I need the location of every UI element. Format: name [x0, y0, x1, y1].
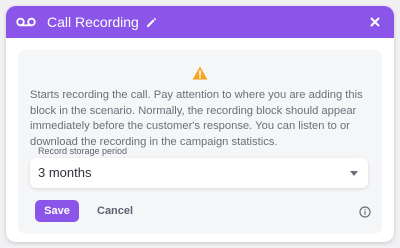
block-settings-body: Starts recording the call. Pay attention… [18, 50, 382, 234]
call-recording-block-panel: Call Recording Starts recording the call… [6, 6, 394, 242]
storage-period-label: Record storage period [38, 146, 128, 156]
pencil-icon[interactable] [146, 16, 158, 28]
close-icon[interactable] [366, 13, 384, 31]
storage-period-select[interactable]: Record storage period 3 months [30, 146, 368, 188]
warning-icon [192, 66, 208, 80]
info-icon[interactable] [359, 205, 371, 218]
chevron-down-icon[interactable] [350, 171, 358, 176]
save-button[interactable]: Save [35, 200, 79, 222]
voicemail-icon [16, 15, 38, 29]
panel-title: Call Recording [47, 14, 139, 30]
panel-header: Call Recording [6, 6, 394, 38]
block-description: Starts recording the call. Pay attention… [30, 89, 363, 148]
storage-period-value: 3 months [38, 165, 92, 180]
cancel-button[interactable]: Cancel [97, 200, 133, 222]
